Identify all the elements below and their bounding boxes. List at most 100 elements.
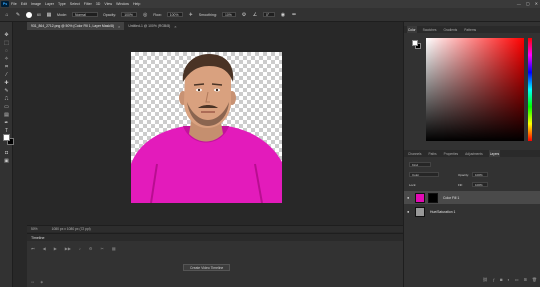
document-canvas[interactable] [131, 52, 282, 203]
app-logo: Ps [1, 1, 9, 7]
document-tab-label: 931_864_2712.png @ 50% (Color Fill 1, La… [31, 24, 114, 28]
pen-tool-icon[interactable]: ✒ [3, 120, 10, 126]
brush-tool-icon[interactable]: ✎ [15, 12, 21, 18]
pressure-opacity-icon[interactable]: ◎ [142, 12, 148, 18]
marquee-tool-icon[interactable]: ⬚ [3, 40, 10, 46]
tab-patterns[interactable]: Patterns [463, 26, 477, 33]
link-layers-icon[interactable]: ⛓ [483, 277, 488, 284]
layer-row-color-fill[interactable]: ● Color Fill 1 [404, 191, 540, 204]
settings-icon[interactable]: ⚙ [89, 246, 93, 251]
layer-opacity-field[interactable]: 100% [472, 172, 488, 177]
menu-select[interactable]: Select [70, 2, 80, 6]
color-panel-foreground-swatch[interactable] [412, 40, 418, 46]
document-tab-active[interactable]: 931_864_2712.png @ 50% (Color Fill 1, La… [27, 22, 125, 30]
angle-field[interactable]: 0° [262, 12, 275, 17]
create-video-timeline-button[interactable]: Create Video Timeline [183, 264, 231, 271]
minimize-button[interactable]: — [517, 1, 521, 6]
clone-stamp-tool-icon[interactable]: ⎍ [3, 96, 10, 102]
close-tab-icon[interactable]: × [118, 24, 120, 29]
menu-help[interactable]: Help [133, 2, 140, 6]
tab-adjustments[interactable]: Adjustments [464, 150, 484, 157]
maximize-button[interactable]: ▢ [526, 1, 530, 6]
document-tabs: 931_864_2712.png @ 50% (Color Fill 1, La… [27, 22, 403, 30]
split-icon[interactable]: ✂ [101, 246, 104, 251]
blend-mode-select[interactable]: Color [409, 172, 439, 177]
menu-layer[interactable]: Layer [45, 2, 54, 6]
first-frame-icon[interactable]: ⏮ [31, 246, 35, 251]
flow-field[interactable]: 100% [166, 12, 183, 17]
adjustment-layer-icon[interactable]: ◐ [507, 277, 509, 284]
menu-3d[interactable]: 3D [96, 2, 101, 6]
eye-icon[interactable]: ● [407, 195, 412, 200]
healing-brush-tool-icon[interactable]: ✚ [3, 80, 10, 86]
audio-icon[interactable]: ♪ [79, 246, 81, 251]
lasso-tool-icon[interactable]: ◌ [3, 48, 10, 54]
mode-select[interactable]: Normal [72, 12, 98, 17]
lock-label: Lock: [409, 183, 417, 187]
layer-row-hue-saturation[interactable]: ● Hue/Saturation 1 [404, 205, 540, 218]
tab-paths[interactable]: Paths [427, 150, 437, 157]
quick-select-tool-icon[interactable]: ✧ [3, 56, 10, 62]
render-icon[interactable]: ◈ [40, 280, 43, 284]
play-icon[interactable]: ▶ [54, 246, 57, 251]
options-bar: ⌂ ✎ 60 ▦ Mode: Normal Opacity: 100% ◎ Fl… [0, 8, 540, 22]
opacity-field[interactable]: 100% [121, 12, 138, 17]
add-mask-icon[interactable]: ◙ [500, 277, 502, 284]
tab-layers[interactable]: Layers [488, 150, 501, 157]
close-button[interactable]: ✕ [535, 1, 538, 6]
new-layer-icon[interactable]: ⊞ [524, 277, 527, 284]
new-group-icon[interactable]: ▭ [515, 277, 519, 284]
layer-thumbnail [415, 192, 425, 203]
brush-size: 60 [37, 12, 41, 17]
brush-settings-icon[interactable]: ▦ [46, 12, 52, 18]
quick-mask-icon[interactable]: ◘ [3, 150, 10, 156]
eyedropper-tool-icon[interactable]: ⁄ [3, 72, 10, 78]
previous-frame-icon[interactable]: ◀ [43, 246, 46, 251]
smoothing-field[interactable]: 10% [221, 12, 236, 17]
layer-style-icon[interactable]: ƒ [493, 277, 495, 284]
menu-view[interactable]: View [104, 2, 112, 6]
brush-preset-picker[interactable] [26, 11, 32, 18]
tab-color[interactable]: Color [407, 26, 417, 33]
timeline-controls: ⏮ ◀ ▶ ▶▶ ♪ ⚙ ✂ ▦ [31, 246, 116, 251]
layer-thumbnail [415, 206, 425, 217]
screen-mode-icon[interactable]: ▣ [3, 158, 10, 164]
tools-panel: ✥ ⬚ ◌ ✧ ⌗ ⁄ ✚ ✎ ⎍ ▭ ▤ ✒ T ◘ ▣ [0, 22, 14, 287]
pressure-size-icon[interactable]: ◉ [280, 12, 286, 18]
tab-channels[interactable]: Channels [407, 150, 422, 157]
document-tab-untitled[interactable]: Untitled-1 @ 100% (RGB/8) × [124, 22, 180, 30]
eraser-tool-icon[interactable]: ▭ [3, 104, 10, 110]
tab-gradients[interactable]: Gradients [442, 26, 458, 33]
transition-icon[interactable]: ▦ [112, 246, 116, 251]
layer-fill-field[interactable]: 100% [472, 182, 488, 187]
gradient-tool-icon[interactable]: ▤ [3, 112, 10, 118]
menu-type[interactable]: Type [58, 2, 66, 6]
symmetry-icon[interactable]: ⚮ [291, 12, 297, 18]
panels-column: Color Swatches Gradients Patterns Channe… [403, 22, 540, 287]
zoom-level[interactable]: 50% [31, 227, 38, 231]
airbrush-icon[interactable]: ✈ [188, 12, 194, 18]
next-frame-icon[interactable]: ▶▶ [65, 246, 71, 251]
tab-swatches[interactable]: Swatches [422, 26, 438, 33]
foreground-color-swatch[interactable] [3, 134, 10, 141]
close-tab-icon[interactable]: × [174, 24, 176, 29]
home-icon[interactable]: ⌂ [4, 12, 10, 18]
menu-window[interactable]: Window [116, 2, 129, 6]
menu-filter[interactable]: Filter [84, 2, 92, 6]
layer-filter-select[interactable]: Kind [409, 162, 431, 167]
layer-mask-thumbnail[interactable] [428, 192, 438, 203]
menu-file[interactable]: File [11, 2, 17, 6]
convert-frames-icon[interactable]: ▭ [31, 280, 34, 284]
move-tool-icon[interactable]: ✥ [3, 32, 10, 38]
menu-image[interactable]: Image [31, 2, 41, 6]
canvas-area[interactable] [27, 30, 403, 225]
menu-edit[interactable]: Edit [21, 2, 27, 6]
gear-icon[interactable]: ⚙ [241, 12, 247, 18]
brush-tool-icon[interactable]: ✎ [3, 88, 10, 94]
delete-layer-icon[interactable]: 🗑 [532, 277, 537, 284]
crop-tool-icon[interactable]: ⌗ [3, 64, 10, 70]
color-picker-field[interactable] [426, 38, 524, 141]
hue-slider[interactable] [528, 38, 532, 141]
tab-properties[interactable]: Properties [443, 150, 460, 157]
eye-icon[interactable]: ● [407, 209, 412, 214]
